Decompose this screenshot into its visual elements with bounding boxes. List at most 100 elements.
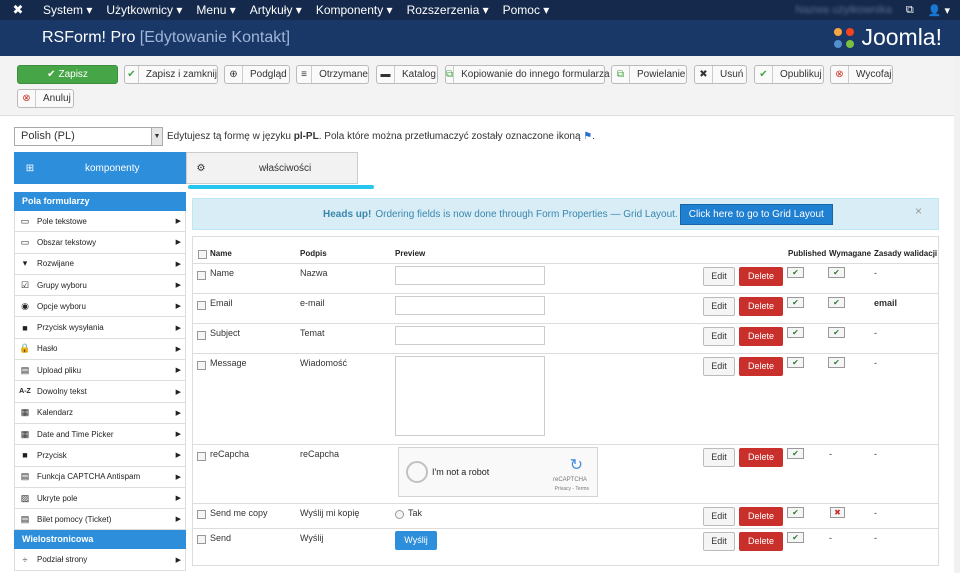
check-icon: ✔ [125,66,139,83]
page-scrollbar[interactable] [954,56,960,573]
joomla-logo-icon[interactable]: ✖ [0,2,36,18]
edit-button[interactable]: Edit [703,297,735,316]
save-button[interactable]: ✔ Zapisz [17,65,118,84]
sidebar-item-label: Kalendarz [37,408,74,418]
delete-button[interactable]: Delete [739,327,783,346]
directory-button[interactable]: ▬ Katalog [376,65,438,84]
delete-button[interactable]: Delete [739,297,783,316]
required-toggle[interactable]: ✔ [828,267,845,278]
row-checkbox[interactable] [197,361,206,370]
publish-button[interactable]: ✔ Opublikuj [754,65,824,84]
sidebar-item-password[interactable]: 🔒 Hasło ▶ [14,338,186,361]
menu-help[interactable]: Pomoc ▾ [496,3,557,17]
published-toggle[interactable]: ✔ [787,507,804,518]
external-link-icon[interactable]: ⧉ [906,4,914,17]
unpublish-button[interactable]: ⊗ Wycofaj [830,65,893,84]
sidebar-item-calendar[interactable]: ▦ Kalendarz ▶ [14,402,186,424]
user-menu-icon[interactable]: 👤 ▾ [928,4,950,17]
menu-menus[interactable]: Menu ▾ [189,3,242,17]
sidebar-item-dropdown[interactable]: ▾ Rozwijane ▶ [14,253,186,275]
preview-input[interactable] [395,266,545,285]
edit-button[interactable]: Edit [703,267,735,286]
row-checkbox[interactable] [197,331,206,340]
grid-layout-button[interactable]: Click here to go to Grid Layout [679,203,833,225]
delete-button[interactable]: Delete [739,267,783,286]
row-checkbox[interactable] [197,452,206,461]
sidebar-item-page-break[interactable]: ÷ Podział strony ▶ [14,549,186,571]
chevron-right-icon: ▶ [175,303,181,311]
required-toggle[interactable]: ✔ [828,297,845,308]
field-caption: Wyślij mi kopię [300,508,360,518]
copy-to-form-button[interactable]: ⧉ Kopiowanie do innego formularza [445,65,610,84]
preview-textarea[interactable] [395,356,545,436]
row-checkbox[interactable] [197,510,206,519]
delete-button[interactable]: Delete [739,532,783,551]
menu-articles[interactable]: Artykuły ▾ [243,3,309,17]
sidebar-item-free-text[interactable]: A-Z Dowolny tekst ▶ [14,381,186,403]
close-icon[interactable]: × [915,204,922,218]
preview-input[interactable] [395,296,545,315]
delete-button[interactable]: Delete [739,448,783,467]
required-toggle[interactable]: ✖ [830,507,845,518]
sidebar-item-textarea[interactable]: ▭ Obszar tekstowy ▶ [14,232,186,254]
cancel-button[interactable]: ⊗ Anuluj [17,89,74,108]
edit-button[interactable]: Edit [703,507,735,526]
save-close-button[interactable]: ✔ Zapisz i zamknij [124,65,218,84]
preview-radio[interactable] [395,510,404,519]
sidebar-item-textbox[interactable]: ▭ Pole tekstowe ▶ [14,211,186,233]
published-toggle[interactable]: ✔ [787,327,804,338]
row-checkbox[interactable] [197,535,206,544]
required-toggle[interactable]: ✔ [828,357,845,368]
cancel-circle-icon: ⊗ [18,90,36,107]
sidebar-item-label: Opcje wyboru [37,301,86,311]
delete-button[interactable]: Delete [739,357,783,376]
recaptcha-checkbox[interactable] [406,461,428,483]
published-toggle[interactable]: ✔ [787,532,804,543]
lang-msg-pre: Edytujesz tą formę w języku [167,131,291,142]
unpublish-label: Wycofaj [856,69,892,80]
sidebar-item-ticket[interactable]: ▤ Bilet pomocy (Ticket) ▶ [14,509,186,531]
header-published: Published [788,249,827,258]
ticket-icon: ▤ [20,513,30,524]
preview-button[interactable]: ⊕ Podgląd [224,65,290,84]
row-checkbox[interactable] [197,271,206,280]
delete-button[interactable]: ✖ Usuń [694,65,747,84]
language-select[interactable]: Polish (PL) ▼ [14,127,163,146]
sidebar-item-datetime-picker[interactable]: ▦ Date and Time Picker ▶ [14,423,186,446]
sidebar-item-button[interactable]: ■ Przycisk ▶ [14,445,186,467]
published-toggle[interactable]: ✔ [787,448,804,459]
edit-button[interactable]: Edit [703,448,735,467]
sidebar-item-file-upload[interactable]: ▤ Upload pliku ▶ [14,360,186,382]
recaptcha-links[interactable]: Privacy - Terms [555,486,589,492]
recaptcha-widget[interactable]: I'm not a robot ↻ reCAPTCHA Privacy - Te… [398,447,598,497]
menu-system[interactable]: System ▾ [36,3,99,17]
edit-button[interactable]: Edit [703,357,735,376]
menu-users[interactable]: Użytkownicy ▾ [99,3,189,17]
preview-send-button[interactable]: Wyślij [395,531,437,550]
submissions-button[interactable]: ≡ Otrzymane [296,65,369,84]
menu-extensions[interactable]: Rozszerzenia ▾ [400,3,496,17]
duplicate-button[interactable]: ⧉ Powielanie [611,65,687,84]
sidebar-item-checkbox-group[interactable]: ☑ Grupy wyboru ▶ [14,274,186,297]
sidebar-item-captcha[interactable]: ▤ Funkcja CAPTCHA Antispam ▶ [14,466,186,488]
sidebar-item-label: Bilet pomocy (Ticket) [37,514,112,524]
delete-button[interactable]: Delete [739,507,783,526]
edit-button[interactable]: Edit [703,327,735,346]
sidebar-item-hidden-field[interactable]: ▨ Ukryte pole ▶ [14,487,186,510]
published-toggle[interactable]: ✔ [787,267,804,278]
published-toggle[interactable]: ✔ [787,297,804,308]
select-all-checkbox[interactable] [198,250,207,259]
sidebar-item-submit-button[interactable]: ■ Przycisk wysyłania ▶ [14,317,186,339]
sidebar-item-radio-group[interactable]: ◉ Opcje wyboru ▶ [14,296,186,318]
edit-button[interactable]: Edit [703,532,735,551]
required-none: - [829,533,832,543]
menu-components[interactable]: Komponenty ▾ [309,3,400,17]
row-checkbox[interactable] [197,301,206,310]
chevron-right-icon: ▶ [175,452,181,460]
published-toggle[interactable]: ✔ [787,357,804,368]
tab-components[interactable]: ⊞ komponenty [14,152,186,184]
preview-input[interactable] [395,326,545,345]
required-toggle[interactable]: ✔ [828,327,845,338]
field-caption: Temat [300,328,325,338]
tab-properties[interactable]: ⚙ właściwości [186,152,358,184]
